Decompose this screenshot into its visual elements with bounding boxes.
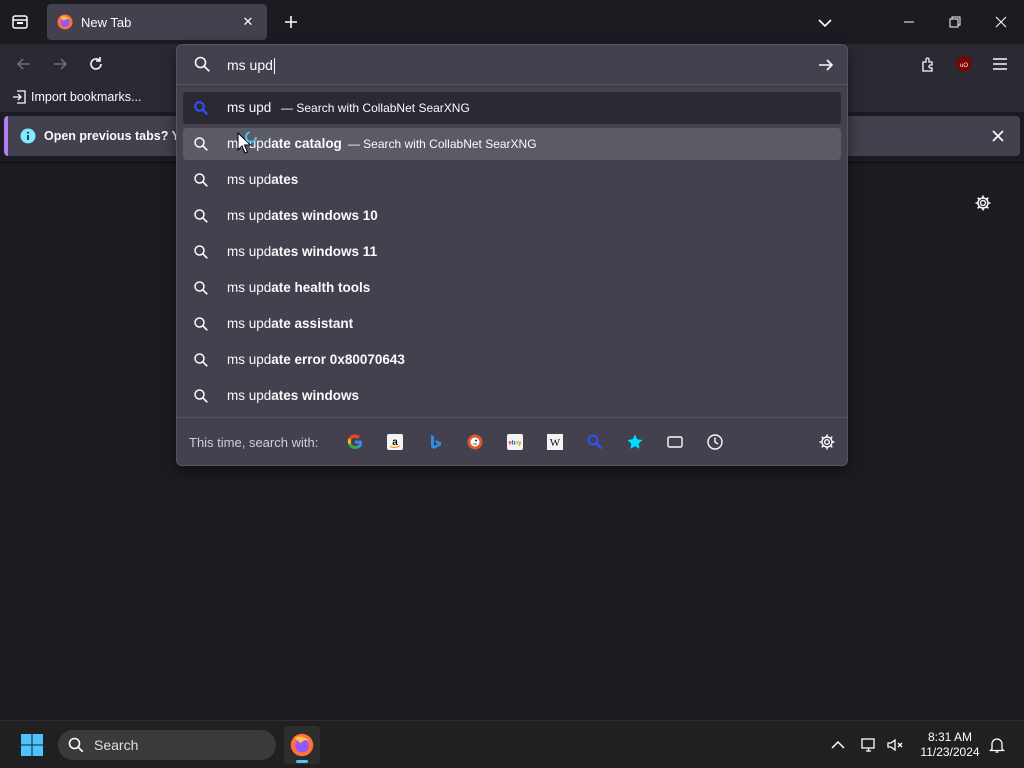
notification-close-icon[interactable]: [988, 126, 1008, 146]
show-hidden-icons-chevron-icon[interactable]: [827, 734, 849, 756]
tab-strip: New Tab ✕: [0, 0, 1024, 44]
searxng-icon[interactable]: [585, 432, 605, 452]
taskbar-search-placeholder: Search: [94, 737, 139, 753]
taskbar-search-box[interactable]: Search: [58, 730, 276, 760]
firefox-logo-icon: [290, 733, 314, 757]
svg-text:a: a: [392, 437, 398, 448]
search-suggestion[interactable]: ms update error 0x80070643: [183, 344, 841, 376]
search-suggestion[interactable]: ms updates windows: [183, 380, 841, 412]
search-icon: [194, 389, 208, 403]
minimize-button[interactable]: [897, 10, 921, 34]
ublock-origin-icon[interactable]: uO: [952, 52, 976, 76]
search-icon: [194, 173, 208, 187]
list-all-tabs-icon[interactable]: [814, 12, 836, 34]
suggestion-action: — Search with CollabNet SearXNG: [281, 101, 470, 115]
one-off-label: This time, search with:: [189, 435, 319, 450]
taskbar-clock[interactable]: 8:31 AM 11/23/2024: [914, 730, 986, 760]
wikipedia-icon[interactable]: W: [545, 432, 565, 452]
search-icon: [194, 317, 208, 331]
customize-newtab-gear-icon[interactable]: [972, 192, 994, 214]
back-arrow-icon[interactable]: [12, 52, 36, 76]
suggestion-typed: ms upd: [227, 100, 272, 115]
svg-text:W: W: [550, 437, 561, 449]
suggestion-completion: ate assistant: [271, 316, 354, 331]
search-icon: [194, 353, 208, 367]
clock-time: 8:31 AM: [927, 730, 973, 744]
search-icon: [194, 245, 208, 259]
restore-button[interactable]: [943, 10, 967, 34]
google-icon[interactable]: [345, 432, 365, 452]
search-icon: [194, 209, 208, 223]
go-arrow-icon[interactable]: [815, 54, 837, 76]
history-icon[interactable]: [705, 432, 725, 452]
suggestion-typed: ms upd: [227, 244, 272, 259]
suggestion-typed: ms upd: [227, 352, 272, 367]
volume-muted-icon[interactable]: [884, 734, 906, 756]
forward-arrow-icon[interactable]: [48, 52, 72, 76]
firefox-view-icon[interactable]: [8, 10, 32, 34]
amazon-icon[interactable]: a: [385, 432, 405, 452]
firefox-logo-icon: [57, 14, 73, 30]
info-icon: [20, 128, 36, 144]
notifications-bell-icon[interactable]: [986, 734, 1008, 756]
suggestion-heuristic[interactable]: ms upd — Search with CollabNet SearXNG: [183, 92, 841, 124]
suggestion-typed: ms upd: [227, 172, 272, 187]
ebay-icon[interactable]: ebay: [505, 432, 525, 452]
search-suggestion[interactable]: ms updates windows 10: [183, 200, 841, 232]
search-settings-gear-icon[interactable]: [817, 432, 837, 452]
suggestion-action: — Search with CollabNet SearXNG: [347, 137, 537, 151]
search-icon: [68, 737, 84, 753]
one-off-search-row: This time, search with: a ebay W: [177, 417, 847, 465]
search-icon: [194, 281, 208, 295]
suggestion-completion: ate health tools: [271, 280, 371, 295]
search-icon: [194, 56, 210, 72]
tab-close-icon[interactable]: ✕: [239, 13, 257, 31]
extensions-icon[interactable]: [916, 52, 940, 76]
tabs-icon[interactable]: [665, 432, 685, 452]
suggestion-completion: ate catalog: [271, 136, 342, 151]
suggestion-typed: ms upd: [227, 316, 272, 331]
windows-taskbar: Search 8:31 AM 11/23/2024: [0, 720, 1024, 768]
import-icon: [13, 90, 26, 104]
suggestion-typed: ms upd: [227, 280, 272, 295]
reload-icon[interactable]: [84, 52, 108, 76]
urlbar-input[interactable]: ms upd: [177, 45, 847, 85]
suggestion-completion: ates windows 11: [271, 244, 378, 259]
suggestion-typed: ms upd: [227, 388, 272, 403]
taskbar-firefox-app[interactable]: [284, 726, 320, 764]
urlbar-typed-text: ms upd: [227, 57, 273, 73]
search-suggestion[interactable]: ms updates: [183, 164, 841, 196]
suggestion-completion: ates windows 10: [271, 208, 378, 223]
search-suggestion[interactable]: ms updates windows 11: [183, 236, 841, 268]
urlbar-dropdown: ms upd ms upd — Search with CollabNet Se…: [176, 44, 848, 466]
tab-new-tab[interactable]: New Tab ✕: [47, 4, 267, 40]
bing-icon[interactable]: [425, 432, 445, 452]
suggestion-typed: ms upd: [227, 208, 272, 223]
network-icon[interactable]: [858, 734, 880, 756]
suggestion-completion: ates: [271, 172, 299, 187]
suggestion-completion: ate error 0x80070643: [271, 352, 405, 367]
search-suggestion[interactable]: ms update catalog — Search with CollabNet…: [183, 128, 841, 160]
windows-start-icon[interactable]: [20, 733, 44, 757]
search-icon: [194, 137, 208, 151]
duckduckgo-icon[interactable]: [465, 432, 485, 452]
import-bookmarks-label: Import bookmarks...: [31, 90, 142, 104]
bookmarks-icon[interactable]: [625, 432, 645, 452]
svg-text:uO: uO: [960, 63, 968, 69]
searxng-icon: [194, 101, 209, 116]
close-window-button[interactable]: [989, 10, 1013, 34]
mouse-pointer-icon: [237, 131, 257, 154]
new-tab-button[interactable]: [280, 11, 302, 33]
tab-title: New Tab: [81, 14, 132, 30]
hamburger-menu-icon[interactable]: [988, 52, 1012, 76]
import-bookmarks-button[interactable]: Import bookmarks...: [12, 90, 141, 104]
clock-date: 11/23/2024: [920, 745, 980, 759]
suggestion-completion: ates windows: [271, 388, 360, 403]
search-suggestion[interactable]: ms update health tools: [183, 272, 841, 304]
search-suggestion[interactable]: ms update assistant: [183, 308, 841, 340]
